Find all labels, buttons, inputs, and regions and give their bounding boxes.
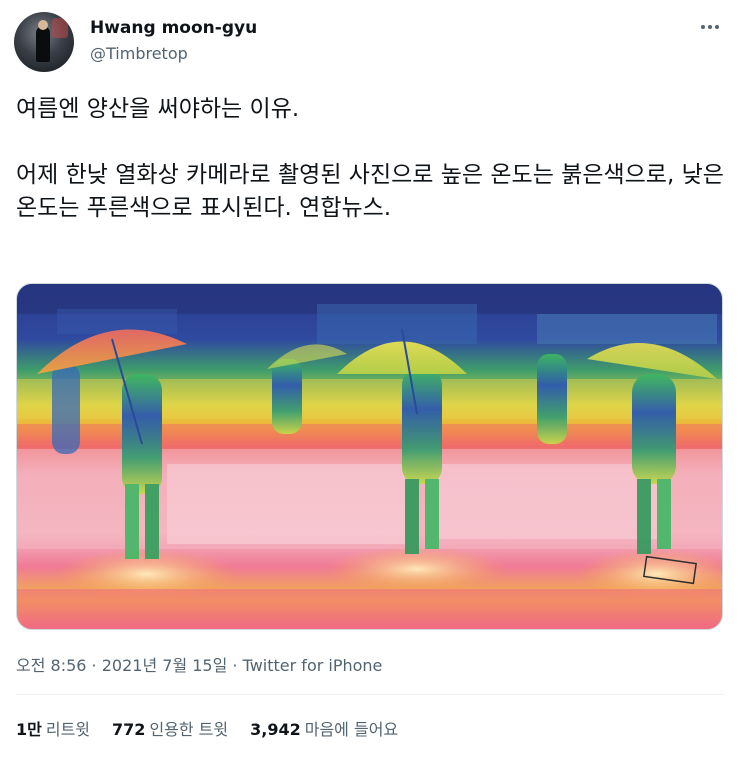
avatar-head [38,20,48,30]
retweets-stat[interactable]: 1만 리트윗 [16,716,90,740]
avatar[interactable] [14,12,74,72]
more-options-icon[interactable] [694,14,726,40]
quotes-label: 인용한 트윗 [149,720,229,739]
avatar-background [52,18,68,38]
meta-separator: · [86,656,102,675]
avatar-figure [36,26,50,62]
retweets-count: 1만 [16,720,42,739]
retweets-label: 리트윗 [45,720,91,739]
tweet-card: Hwang moon-gyu @Timbretop 여름엔 양산을 써야하는 이… [0,0,740,757]
tweet-text: 여름엔 양산을 써야하는 이유. 어제 한낮 열화상 카메라로 촬영된 사진으로… [16,96,724,221]
likes-count: 3,942 [250,720,301,739]
author-display-name[interactable]: Hwang moon-gyu [90,18,257,38]
thermal-image-graphic [17,284,722,629]
likes-label: 마음에 들어요 [304,720,399,739]
meta-separator: · [227,656,243,675]
quotes-count: 772 [112,720,146,739]
engagement-stats: 1만 리트윗 772 인용한 트윗 3,942 마음에 들어요 [16,716,398,740]
divider [16,694,724,695]
tweet-source[interactable]: Twitter for iPhone [243,656,383,675]
tweet-time[interactable]: 오전 8:56 [16,656,86,675]
likes-stat[interactable]: 3,942 마음에 들어요 [250,716,398,740]
tweet-image[interactable] [16,283,723,630]
dot [715,25,719,29]
quotes-stat[interactable]: 772 인용한 트윗 [112,716,228,740]
tweet-date[interactable]: 2021년 7월 15일 [102,656,228,675]
author-handle[interactable]: @Timbretop [90,44,188,63]
tweet-meta: 오전 8:56 · 2021년 7월 15일 · Twitter for iPh… [16,652,382,676]
dot [701,25,705,29]
dot [708,25,712,29]
